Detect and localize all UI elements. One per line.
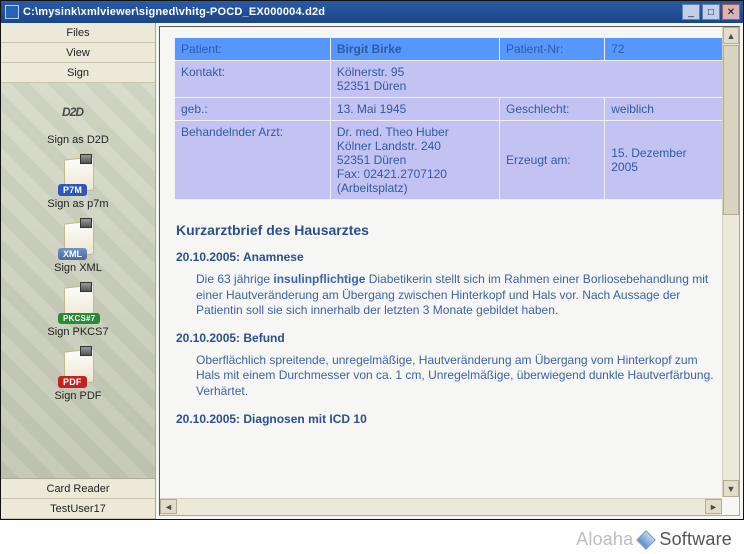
brand-footer: Aloaha Software [576,529,732,550]
label-geschlecht: Geschlecht: [500,98,605,121]
menu-user[interactable]: TestUser17 [1,499,155,519]
brand-logo-icon [636,530,656,550]
sign-label: Sign PDF [3,390,153,402]
section-body-anamnese: Die 63 jährige insulinpflichtige Diabeti… [196,272,723,319]
sign-as-p7m[interactable]: P7M Sign as p7m [3,153,153,213]
scroll-up-icon[interactable]: ▲ [723,27,739,44]
doc-title: Kurzarztbrief des Hausarztes [176,222,723,238]
d2d-icon: D2D [62,105,83,119]
sign-as-d2d[interactable]: D2D Sign as D2D [3,89,153,149]
value-erzeugt: 15. Dezember 2005 [605,121,725,200]
brand-text-1: Aloaha [576,529,633,550]
sign-xml[interactable]: XML Sign XML [3,217,153,277]
close-button[interactable]: ✕ [722,4,740,20]
value-kontakt: Kölnerstr. 95 52351 Düren [330,61,724,98]
value-patient-nr: 72 [605,38,725,61]
sign-label: Sign as D2D [3,134,153,146]
section-heading-befund: 20.10.2005: Befund [176,331,723,345]
label-erzeugt: Erzeugt am: [500,121,605,200]
brand-text-2: Software [659,529,732,550]
label-arzt: Behandelnder Arzt: [175,121,331,200]
value-geb: 13. Mai 1945 [330,98,499,121]
xml-icon: XML [58,248,87,260]
scroll-thumb[interactable] [723,45,739,215]
section-heading-anamnese: 20.10.2005: Anamnese [176,250,723,264]
document-body: Kurzarztbrief des Hausarztes 20.10.2005:… [174,200,725,454]
window-title: C:\mysink\xmlviewer\signed\vhitg-POCD_EX… [23,6,682,18]
scroll-down-icon[interactable]: ▼ [723,480,739,497]
sign-label: Sign XML [3,262,153,274]
minimize-button[interactable]: _ [682,4,700,20]
app-icon [5,5,19,19]
sign-panel: D2D Sign as D2D P7M Sign as p7m XML [1,83,155,478]
titlebar[interactable]: C:\mysink\xmlviewer\signed\vhitg-POCD_EX… [1,1,743,23]
document-viewer: Patient: Birgit Birke Patient-Nr: 72 Kon… [156,23,743,519]
section-heading-diagnosen: 20.10.2005: Diagnosen mit ICD 10 [176,412,723,426]
scroll-right-icon[interactable]: ► [705,499,722,514]
scrollbar-vertical[interactable]: ▲ ▼ [722,27,739,497]
menu-view[interactable]: View [1,43,155,63]
value-patient-name: Birgit Birke [330,38,499,61]
scroll-left-icon[interactable]: ◄ [160,499,177,514]
menu-sign[interactable]: Sign [1,63,155,83]
label-patient: Patient: [175,38,331,61]
maximize-button[interactable]: □ [702,4,720,20]
section-body-befund: Oberflächlich spreitende, unregelmäßige,… [196,353,723,400]
sidebar: Files View Sign D2D Sign as D2D P7M Sign… [1,23,156,519]
viewer-content[interactable]: Patient: Birgit Birke Patient-Nr: 72 Kon… [160,27,739,454]
menu-card-reader[interactable]: Card Reader [1,479,155,499]
patient-info-table: Patient: Birgit Birke Patient-Nr: 72 Kon… [174,37,725,200]
sign-label: Sign as p7m [3,198,153,210]
pkcs7-icon: PKCS#7 [58,313,100,324]
label-patient-nr: Patient-Nr: [500,38,605,61]
sign-pkcs7[interactable]: PKCS#7 Sign PKCS7 [3,281,153,341]
value-arzt: Dr. med. Theo Huber Kölner Landstr. 240 … [330,121,499,200]
sign-label: Sign PKCS7 [3,326,153,338]
pdf-icon: PDF [58,376,87,388]
main-window: C:\mysink\xmlviewer\signed\vhitg-POCD_EX… [0,0,744,520]
label-kontakt: Kontakt: [175,61,331,98]
p7m-icon: P7M [58,184,87,196]
scrollbar-horizontal[interactable]: ◄ ► [160,498,722,515]
sign-pdf[interactable]: PDF Sign PDF [3,345,153,405]
menu-files[interactable]: Files [1,23,155,43]
value-geschlecht: weiblich [605,98,725,121]
label-geb: geb.: [175,98,331,121]
